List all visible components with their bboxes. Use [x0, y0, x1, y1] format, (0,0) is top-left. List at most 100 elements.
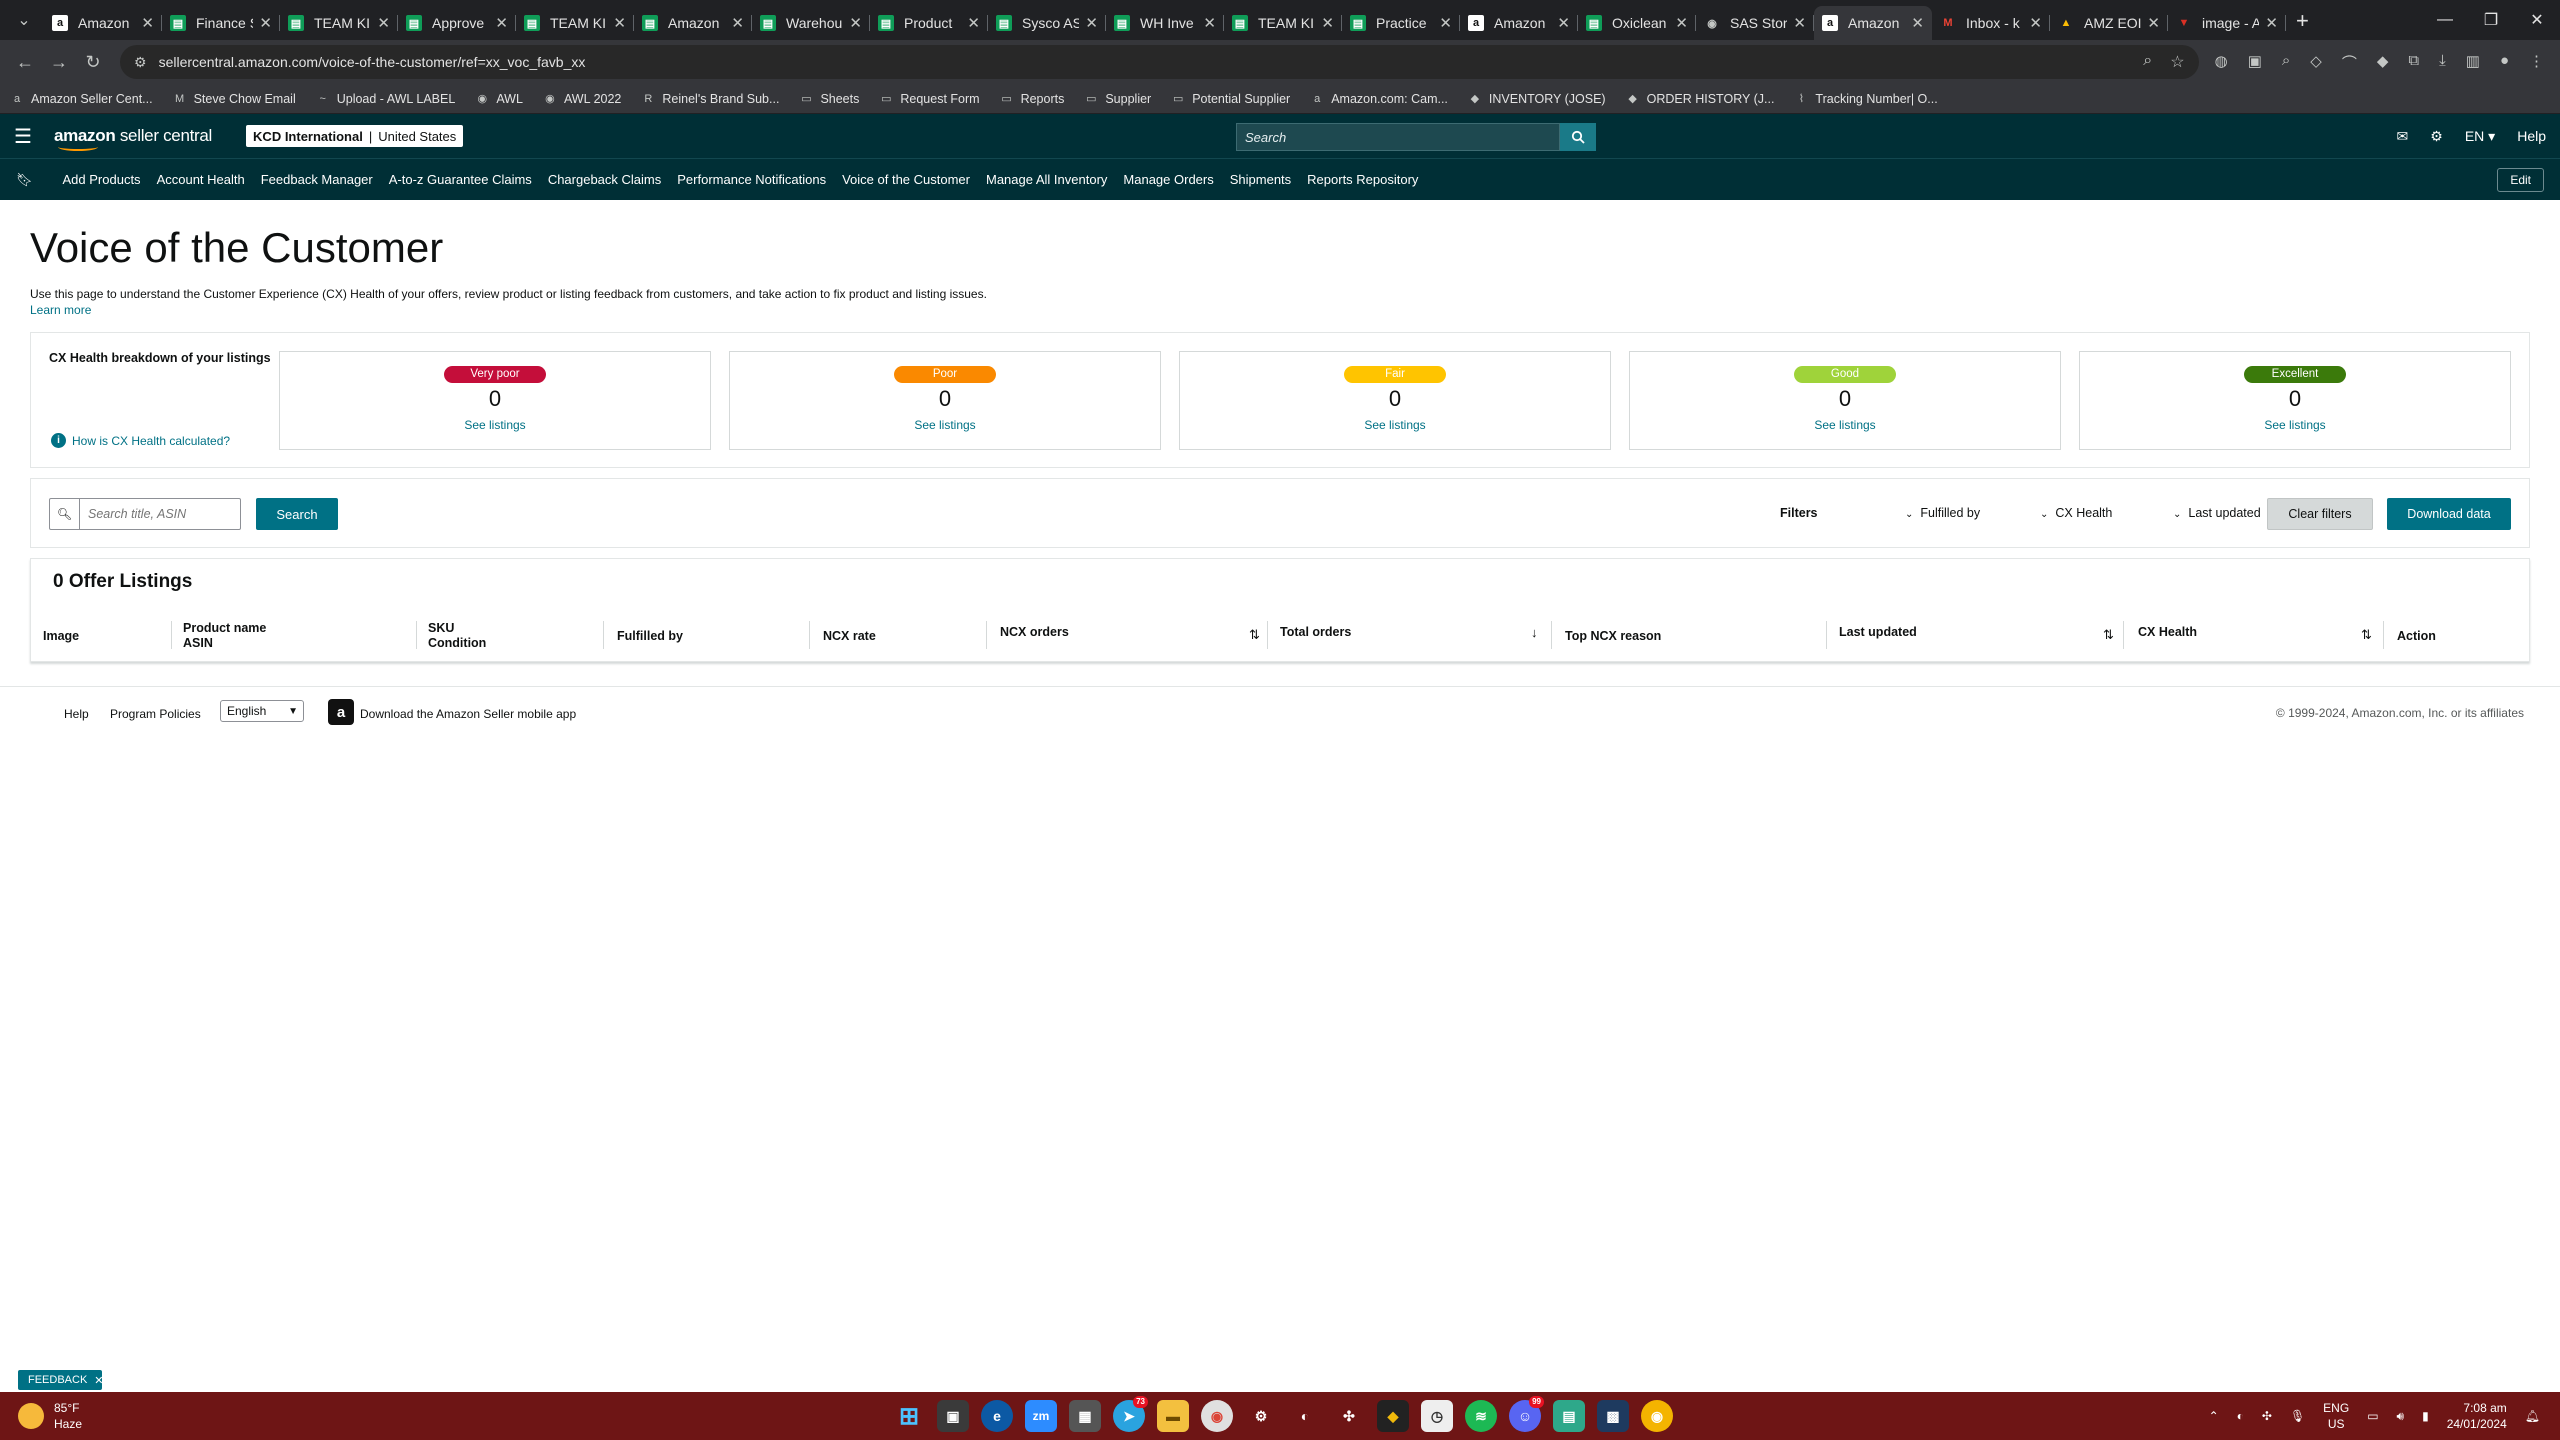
header-search-input[interactable] — [1236, 123, 1560, 151]
tray-app-icon[interactable]: ✣ — [2262, 1409, 2272, 1423]
close-tab-icon[interactable]: ✕ — [1321, 14, 1334, 32]
tray-app-icon[interactable]: ◐ — [2237, 1409, 2244, 1423]
task-view-icon[interactable]: ▣ — [937, 1400, 969, 1432]
browser-tab[interactable]: ▤ Practice ✕ — [1342, 6, 1460, 40]
nav-item[interactable]: Manage Orders — [1123, 172, 1213, 187]
close-tab-icon[interactable]: ✕ — [495, 14, 508, 32]
nav-item[interactable]: Performance Notifications — [677, 172, 826, 187]
cx-health-info-link[interactable]: i How is CX Health calculated? — [51, 433, 230, 448]
browser-tab[interactable]: ▤ Warehou ✕ — [752, 6, 870, 40]
app-icon[interactable]: ◐ — [1289, 1400, 1321, 1432]
close-tab-icon[interactable]: ✕ — [613, 14, 626, 32]
microphone-icon[interactable]: 🎙︎ — [2290, 1409, 2305, 1423]
nav-item[interactable]: Feedback Manager — [261, 172, 373, 187]
browser-tab[interactable]: ▤ TEAM KIM ✕ — [516, 6, 634, 40]
browser-tab[interactable]: ▤ TEAM KIM ✕ — [280, 6, 398, 40]
mobile-app-link[interactable]: Download the Amazon Seller mobile app — [360, 707, 576, 721]
search-extension-icon[interactable]: ⌕ — [2282, 52, 2290, 73]
restore-icon[interactable]: ❐ — [2468, 0, 2514, 40]
zoom-icon[interactable]: ⌕ — [2143, 52, 2152, 72]
bookmark-item[interactable]: R Reinel's Brand Sub... — [641, 92, 779, 106]
network-icon[interactable]: ▭ — [2367, 1409, 2378, 1423]
hamburger-menu-icon[interactable]: ☰ — [14, 124, 32, 149]
forward-icon[interactable]: → — [42, 52, 76, 73]
weather-widget[interactable]: 85°F Haze — [18, 1400, 82, 1432]
chrome-extension-icon[interactable]: ◍ — [2215, 52, 2228, 73]
extension-icon[interactable]: ◆ — [2377, 52, 2389, 73]
close-tab-icon[interactable]: ✕ — [377, 14, 390, 32]
file-explorer-icon[interactable]: ▬ — [1157, 1400, 1189, 1432]
nav-item[interactable]: Account Health — [157, 172, 245, 187]
bookmark-star-icon[interactable]: ☆ — [2170, 52, 2184, 72]
app-icon[interactable]: ▤ — [1553, 1400, 1585, 1432]
browser-tab[interactable]: ▤ Product ✕ — [870, 6, 988, 40]
windows-start-icon[interactable]: ⊞ — [893, 1400, 925, 1432]
edge-icon[interactable]: e — [981, 1400, 1013, 1432]
bookmark-item[interactable]: ▭ Reports — [1000, 92, 1064, 106]
browser-tab[interactable]: a Amazon ✕ — [44, 6, 162, 40]
footer-help-link[interactable]: Help — [64, 707, 89, 721]
close-tab-icon[interactable]: ✕ — [967, 14, 980, 32]
reload-icon[interactable]: ↻ — [76, 52, 110, 73]
battery-icon[interactable]: ▮ — [2422, 1409, 2429, 1423]
chrome-menu-icon[interactable]: ⋮ — [2529, 52, 2544, 73]
close-tab-icon[interactable]: ✕ — [1557, 14, 1570, 32]
col-cx-health[interactable]: CX Health — [2138, 625, 2197, 640]
new-tab-icon[interactable]: + — [2296, 8, 2309, 34]
profile-icon[interactable]: ● — [2500, 52, 2509, 73]
help-link[interactable]: Help — [2517, 128, 2546, 144]
learn-more-link[interactable]: Learn more — [30, 303, 91, 317]
browser-tab[interactable]: ▤ Approve ✕ — [398, 6, 516, 40]
clock-app-icon[interactable]: ◷ — [1421, 1400, 1453, 1432]
extension-icon[interactable]: ⌒ — [2342, 52, 2357, 73]
col-last-updated[interactable]: Last updated — [1839, 625, 1917, 640]
zoom-app-icon[interactable]: zm — [1025, 1400, 1057, 1432]
nav-item[interactable]: Manage All Inventory — [986, 172, 1107, 187]
bookmark-item[interactable]: a Amazon.com: Cam... — [1310, 92, 1448, 106]
extensions-puzzle-icon[interactable]: ⧉ — [2408, 52, 2419, 73]
tab-search-icon[interactable]: ⌄ — [10, 6, 38, 34]
bookmark-item[interactable]: ▭ Request Form — [879, 92, 979, 106]
close-icon[interactable]: ✕ — [94, 1374, 103, 1387]
bookmark-item[interactable]: ▭ Supplier — [1084, 92, 1151, 106]
nav-item[interactable]: A-to-z Guarantee Claims — [389, 172, 532, 187]
sort-descending-icon[interactable]: ↓ — [1531, 625, 1538, 640]
close-tab-icon[interactable]: ✕ — [731, 14, 744, 32]
bookmark-item[interactable]: ◉ AWL 2022 — [543, 92, 621, 106]
browser-tab[interactable]: M Inbox - k ✕ — [1932, 6, 2050, 40]
close-tab-icon[interactable]: ✕ — [141, 14, 154, 32]
steam-icon[interactable]: ⚙ — [1245, 1400, 1277, 1432]
tray-overflow-icon[interactable]: ⌃ — [2209, 1409, 2219, 1423]
clock[interactable]: 7:08 am 24/01/2024 — [2447, 1400, 2507, 1432]
browser-tab[interactable]: ▤ TEAM KIM ✕ — [1224, 6, 1342, 40]
browser-tab[interactable]: ▲ AMZ EOI ✕ — [2050, 6, 2168, 40]
chrome-icon[interactable]: ◉ — [1201, 1400, 1233, 1432]
close-tab-icon[interactable]: ✕ — [1675, 14, 1688, 32]
close-tab-icon[interactable]: ✕ — [1085, 14, 1098, 32]
site-info-icon[interactable]: ⚙ — [134, 54, 147, 71]
nav-item[interactable]: Shipments — [1230, 172, 1291, 187]
settings-gear-icon[interactable]: ⚙ — [2430, 128, 2443, 145]
close-tab-icon[interactable]: ✕ — [1911, 14, 1924, 32]
extension-icon[interactable]: ◇ — [2310, 52, 2322, 73]
browser-tab[interactable]: a Amazon ✕ — [1814, 6, 1932, 40]
close-tab-icon[interactable]: ✕ — [1793, 14, 1806, 32]
close-tab-icon[interactable]: ✕ — [2147, 14, 2160, 32]
cx-health-filter[interactable]: ⌄ CX Health — [2040, 506, 2112, 520]
close-tab-icon[interactable]: ✕ — [849, 14, 862, 32]
nav-item[interactable]: Chargeback Claims — [548, 172, 661, 187]
close-tab-icon[interactable]: ✕ — [2265, 14, 2278, 32]
bookmark-item[interactable]: ◉ AWL — [475, 92, 523, 106]
bookmark-item[interactable]: ▭ Sheets — [799, 92, 859, 106]
bookmark-item[interactable]: ⌇ Tracking Number| O... — [1794, 92, 1938, 106]
amazon-seller-central-logo[interactable]: amazon seller central — [54, 126, 212, 151]
back-icon[interactable]: ← — [8, 52, 42, 73]
app-icon[interactable]: ✣ — [1333, 1400, 1365, 1432]
close-tab-icon[interactable]: ✕ — [259, 14, 272, 32]
bookmark-icon[interactable]: 🔖︎ — [16, 172, 33, 188]
last-updated-filter[interactable]: ⌄ Last updated — [2173, 506, 2261, 520]
binance-icon[interactable]: ◆ — [1377, 1400, 1409, 1432]
nav-item[interactable]: Add Products — [63, 172, 141, 187]
input-language[interactable]: ENG US — [2323, 1400, 2349, 1432]
browser-tab[interactable]: ▼ image - A ✕ — [2168, 6, 2286, 40]
